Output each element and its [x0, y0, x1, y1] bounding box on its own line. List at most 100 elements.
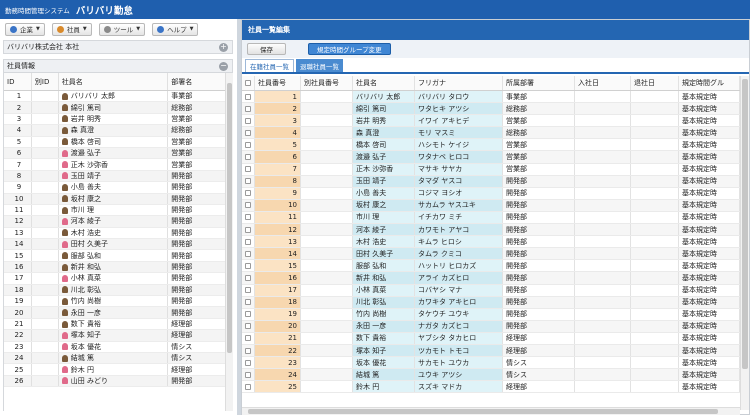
employee-list-row[interactable]: 22 塚本 知子 経理部 — [4, 330, 225, 342]
cell-work-group[interactable]: 基本規定時 — [679, 187, 740, 199]
cell-department[interactable]: 開発部 — [503, 260, 575, 272]
row-checkbox[interactable] — [245, 141, 251, 148]
cell-leave-date[interactable] — [631, 332, 679, 344]
cell-work-group[interactable]: 基本規定時 — [679, 369, 740, 381]
cell-department[interactable]: 開発部 — [503, 272, 575, 284]
cell-work-group[interactable]: 基本規定時 — [679, 308, 740, 320]
cell-join-date[interactable] — [575, 296, 631, 308]
col-dept[interactable]: 部署名 — [168, 73, 225, 90]
cell-furigana[interactable]: バリバリ タロウ — [415, 91, 503, 103]
cell-work-group[interactable]: 基本規定時 — [679, 296, 740, 308]
cell-alt-employee-no[interactable] — [301, 369, 353, 381]
menu-tools-button[interactable]: ツール ▼ — [98, 22, 146, 36]
cell-work-group[interactable]: 基本規定時 — [679, 139, 740, 151]
cell-department[interactable]: 開発部 — [503, 320, 575, 332]
cell-department[interactable]: 営業部 — [503, 163, 575, 175]
cell-furigana[interactable]: ヤブシタ タカヒロ — [415, 332, 503, 344]
cell-department[interactable]: 経理部 — [503, 344, 575, 357]
cell-employee-no[interactable]: 15 — [255, 260, 301, 272]
cell-furigana[interactable]: ワタヒキ アツシ — [415, 103, 503, 115]
cell-leave-date[interactable] — [631, 187, 679, 199]
cell-furigana[interactable]: タマダ ヤスコ — [415, 175, 503, 187]
edit-table-row[interactable]: 18 川北 彰弘 カワキタ アキヒロ 開発部 基本規定時 — [242, 296, 740, 309]
cell-join-date[interactable] — [575, 357, 631, 369]
cell-leave-date[interactable] — [631, 211, 679, 224]
cell-leave-date[interactable] — [631, 199, 679, 211]
cell-employee-no[interactable]: 4 — [255, 127, 301, 139]
employee-list-row[interactable]: 6 渡邉 弘子 営業部 — [4, 147, 225, 160]
row-checkbox[interactable] — [245, 202, 251, 209]
cell-employee-no[interactable]: 3 — [255, 115, 301, 127]
row-checkbox[interactable] — [245, 117, 251, 124]
cell-employee-no[interactable]: 8 — [255, 175, 301, 187]
row-checkbox[interactable] — [245, 323, 251, 330]
cell-department[interactable]: 開発部 — [503, 175, 575, 187]
row-checkbox[interactable] — [245, 347, 251, 354]
employee-list-row[interactable]: 12 河本 綾子 開発部 — [4, 216, 225, 228]
cell-alt-employee-no[interactable] — [301, 248, 353, 260]
cell-join-date[interactable] — [575, 115, 631, 127]
row-checkbox[interactable] — [245, 262, 251, 269]
cell-work-group[interactable]: 基本規定時 — [679, 284, 740, 296]
cell-work-group[interactable]: 基本規定時 — [679, 127, 740, 139]
cell-furigana[interactable]: ワタナベ ヒロコ — [415, 151, 503, 163]
cell-leave-date[interactable] — [631, 320, 679, 332]
cell-employee-no[interactable]: 19 — [255, 308, 301, 320]
cell-employee-name[interactable]: 結城 篤 — [353, 369, 415, 381]
cell-leave-date[interactable] — [631, 308, 679, 320]
edit-table-row[interactable]: 25 鈴木 円スズキ マドカ 経理部 基本規定時 — [242, 381, 740, 394]
employee-list-row[interactable]: 3 岩井 明秀 営業部 — [4, 113, 225, 126]
cell-join-date[interactable] — [575, 284, 631, 296]
cell-employee-no[interactable]: 6 — [255, 151, 301, 163]
cell-department[interactable]: 経理部 — [503, 381, 575, 393]
cell-employee-name[interactable]: 玉田 靖子 — [353, 175, 415, 187]
cell-department[interactable]: 開発部 — [503, 296, 575, 308]
cell-work-group[interactable]: 基本規定時 — [679, 381, 740, 393]
cell-leave-date[interactable] — [631, 224, 679, 236]
cell-work-group[interactable]: 基本規定時 — [679, 332, 740, 344]
edit-table-row[interactable]: 12 河本 綾子 カワモト アヤコ 開発部 基本規定時 — [242, 224, 740, 237]
row-checkbox[interactable] — [245, 274, 251, 281]
collapse-icon[interactable]: − — [219, 62, 228, 71]
row-checkbox[interactable] — [245, 287, 251, 294]
cell-furigana[interactable]: アライ カズヒロ — [415, 272, 503, 284]
cell-furigana[interactable]: ハットリ ヒロカズ — [415, 260, 503, 272]
cell-join-date[interactable] — [575, 163, 631, 175]
cell-employee-no[interactable]: 14 — [255, 248, 301, 260]
cell-alt-employee-no[interactable] — [301, 211, 353, 224]
cell-department[interactable]: 総務部 — [503, 127, 575, 139]
edit-table-row[interactable]: 5 橋本 啓司 ハシモト ケイジ 営業部 基本規定時 — [242, 139, 740, 152]
edit-table-row[interactable]: 20 永田 一彦 ナガタ カズヒコ 開発部 基本規定時 — [242, 320, 740, 333]
edit-table-row[interactable]: 6 渡邉 弘子 ワタナベ ヒロコ 営業部 基本規定時 — [242, 151, 740, 164]
cell-employee-name[interactable]: 小島 善夫 — [353, 187, 415, 199]
cell-work-group[interactable]: 基本規定時 — [679, 199, 740, 211]
employee-list-row[interactable]: 23 坂本 優花 情シス — [4, 341, 225, 353]
cell-employee-no[interactable]: 23 — [255, 357, 301, 369]
cell-leave-date[interactable] — [631, 296, 679, 308]
cell-employee-name[interactable]: バリバリ 太郎 — [353, 91, 415, 103]
cell-alt-employee-no[interactable] — [301, 381, 353, 393]
cell-employee-no[interactable]: 1 — [255, 91, 301, 103]
scrollbar-thumb[interactable] — [248, 409, 718, 414]
cell-join-date[interactable] — [575, 332, 631, 344]
cell-leave-date[interactable] — [631, 163, 679, 175]
col-employee-name[interactable]: 社員名 — [353, 76, 415, 90]
cell-employee-no[interactable]: 10 — [255, 199, 301, 211]
cell-leave-date[interactable] — [631, 248, 679, 260]
row-checkbox[interactable] — [245, 190, 251, 197]
cell-work-group[interactable]: 基本規定時 — [679, 175, 740, 187]
cell-employee-name[interactable]: 河本 綾子 — [353, 224, 415, 236]
employee-list-row[interactable]: 5 橋本 啓司 営業部 — [4, 136, 225, 148]
edit-table-row[interactable]: 13 木村 浩史 キムラ ヒロシ 開発部 基本規定時 — [242, 236, 740, 249]
cell-join-date[interactable] — [575, 260, 631, 272]
employee-list-row[interactable]: 26 山田 みどり 開発部 — [4, 375, 225, 388]
cell-employee-no[interactable]: 2 — [255, 103, 301, 115]
cell-join-date[interactable] — [575, 224, 631, 236]
edit-table-row[interactable]: 21 数下 貴裕 ヤブシタ タカヒロ 経理部 基本規定時 — [242, 332, 740, 345]
col-id[interactable]: ID — [4, 73, 32, 90]
cell-leave-date[interactable] — [631, 344, 679, 357]
row-checkbox[interactable] — [245, 214, 251, 221]
edit-table-row[interactable]: 19 竹内 尚樹 タケウチ ユウキ 開発部 基本規定時 — [242, 308, 740, 321]
col-leave-date[interactable]: 退社日 — [631, 76, 679, 90]
edit-table-row[interactable]: 2 綿引 篤司 ワタヒキ アツシ 総務部 基本規定時 — [242, 103, 740, 116]
